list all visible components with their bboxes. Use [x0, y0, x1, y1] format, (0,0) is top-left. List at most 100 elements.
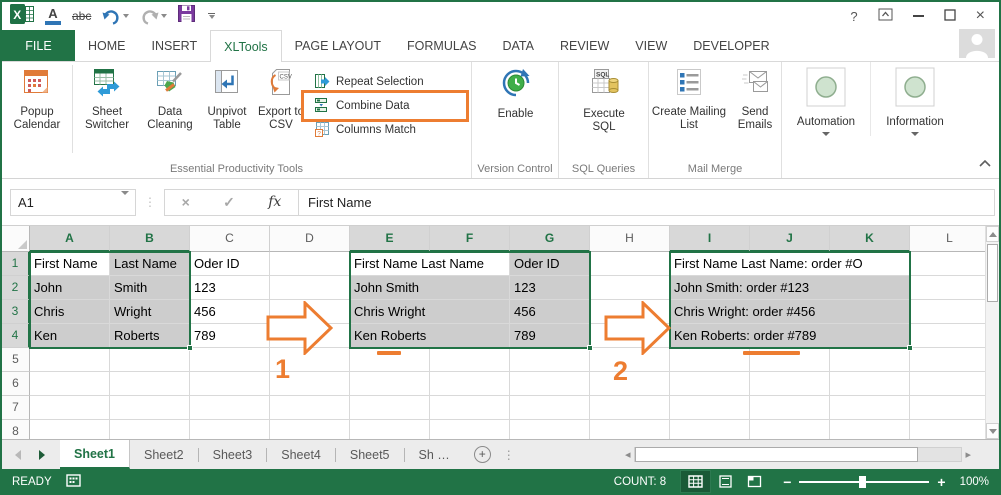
select-all-corner[interactable] — [2, 226, 30, 252]
cell-L4[interactable] — [910, 324, 985, 348]
cell-I5[interactable] — [670, 348, 750, 372]
page-break-view-icon[interactable] — [740, 471, 769, 492]
cell-L2[interactable] — [910, 276, 985, 300]
cell-C4[interactable]: 789 — [190, 324, 270, 348]
vertical-scrollbar[interactable] — [985, 226, 999, 439]
minimize-button[interactable] — [912, 15, 924, 17]
tab-view[interactable]: VIEW — [622, 30, 680, 61]
horizontal-scrollbar[interactable]: ◂ ▸ — [622, 445, 974, 463]
create-mailing-list-button[interactable]: Create Mailing List — [649, 62, 729, 132]
tab-file[interactable]: FILE — [2, 30, 75, 61]
col-header-B[interactable]: B — [110, 226, 190, 252]
information-button[interactable]: Information — [871, 62, 959, 136]
cell-E2[interactable]: John Smith — [350, 276, 510, 300]
popup-calendar-button[interactable]: Popup Calendar — [2, 62, 72, 132]
cell-E7[interactable] — [350, 396, 430, 420]
row-header-7[interactable]: 7 — [2, 396, 30, 420]
tab-page-layout[interactable]: PAGE LAYOUT — [282, 30, 394, 61]
zoom-level[interactable]: 100% — [960, 476, 989, 488]
cell-E4[interactable]: Ken Roberts — [350, 324, 510, 348]
insert-function-icon[interactable]: fx — [268, 194, 281, 210]
cell-L1[interactable] — [910, 252, 985, 276]
cell-E1[interactable]: First Name Last Name — [350, 252, 510, 276]
cell-E8[interactable] — [350, 420, 430, 439]
cell-L8[interactable] — [910, 420, 985, 439]
ribbon-display-options-icon[interactable] — [878, 8, 893, 24]
cell-H7[interactable] — [590, 396, 670, 420]
cell-G4[interactable]: 789 — [510, 324, 590, 348]
cell-D1[interactable] — [270, 252, 350, 276]
row-header-1[interactable]: 1 — [2, 252, 30, 276]
col-header-E[interactable]: E — [350, 226, 430, 252]
cell-I3[interactable]: Chris Wright: order #456 — [670, 300, 910, 324]
formula-input[interactable]: First Name — [299, 188, 995, 216]
zoom-in-button[interactable]: + — [937, 474, 945, 490]
cell-B7[interactable] — [110, 396, 190, 420]
zoom-slider-thumb[interactable] — [859, 475, 867, 488]
cell-G2[interactable]: 123 — [510, 276, 590, 300]
cell-F5[interactable] — [430, 348, 510, 372]
cell-C7[interactable] — [190, 396, 270, 420]
cell-D2[interactable] — [270, 276, 350, 300]
cell-C5[interactable] — [190, 348, 270, 372]
data-cleaning-button[interactable]: Data Cleaning — [141, 62, 199, 132]
cell-G6[interactable] — [510, 372, 590, 396]
cell-I8[interactable] — [670, 420, 750, 439]
cell-L7[interactable] — [910, 396, 985, 420]
cell-L5[interactable] — [910, 348, 985, 372]
cell-G1[interactable]: Oder ID — [510, 252, 590, 276]
row-header-4[interactable]: 4 — [2, 324, 30, 348]
redo-button[interactable] — [140, 8, 168, 25]
sheet-tab-sheet4[interactable]: Sheet4 — [267, 440, 335, 469]
col-header-A[interactable]: A — [30, 226, 110, 252]
col-header-F[interactable]: F — [430, 226, 510, 252]
fill-handle[interactable] — [587, 345, 593, 351]
font-color-button[interactable]: A — [45, 7, 61, 25]
col-header-I[interactable]: I — [670, 226, 750, 252]
sheet-tab-sheet5[interactable]: Sheet5 — [336, 440, 404, 469]
fill-handle[interactable] — [187, 345, 193, 351]
tab-data[interactable]: DATA — [490, 30, 547, 61]
scroll-right-icon[interactable]: ▸ — [962, 448, 974, 461]
cell-D8[interactable] — [270, 420, 350, 439]
cell-G3[interactable]: 456 — [510, 300, 590, 324]
cell-I2[interactable]: John Smith: order #123 — [670, 276, 910, 300]
tab-xltools[interactable]: XLTools — [210, 30, 282, 62]
tab-home[interactable]: HOME — [75, 30, 139, 61]
cell-A6[interactable] — [30, 372, 110, 396]
cell-H6[interactable] — [590, 372, 670, 396]
vertical-scroll-thumb[interactable] — [987, 244, 998, 302]
unpivot-table-button[interactable]: Unpivot Table — [199, 62, 255, 132]
cell-G7[interactable] — [510, 396, 590, 420]
cell-A3[interactable]: Chris — [30, 300, 110, 324]
cell-G5[interactable] — [510, 348, 590, 372]
next-sheet-icon[interactable] — [38, 449, 46, 460]
sheet-tab-sheet2[interactable]: Sheet2 — [130, 440, 198, 469]
sheet-switcher-button[interactable]: Sheet Switcher — [73, 62, 141, 132]
fill-handle[interactable] — [907, 345, 913, 351]
cell-E6[interactable] — [350, 372, 430, 396]
zoom-slider[interactable] — [799, 475, 930, 488]
cell-J8[interactable] — [750, 420, 830, 439]
cell-K7[interactable] — [830, 396, 910, 420]
cell-I4[interactable]: Ken Roberts: order #789 — [670, 324, 910, 348]
cell-A8[interactable] — [30, 420, 110, 439]
cell-E3[interactable]: Chris Wright — [350, 300, 510, 324]
cell-A2[interactable]: John — [30, 276, 110, 300]
col-header-C[interactable]: C — [190, 226, 270, 252]
cell-C1[interactable]: Oder ID — [190, 252, 270, 276]
cell-G8[interactable] — [510, 420, 590, 439]
row-header-2[interactable]: 2 — [2, 276, 30, 300]
sheet-tab-sheet1[interactable]: Sheet1 — [60, 440, 130, 469]
cell-I6[interactable] — [670, 372, 750, 396]
row-header-8[interactable]: 8 — [2, 420, 30, 439]
cancel-icon[interactable]: × — [182, 194, 190, 210]
tab-developer[interactable]: DEVELOPER — [680, 30, 782, 61]
close-button[interactable]: × — [976, 7, 985, 25]
cell-H2[interactable] — [590, 276, 670, 300]
tab-insert[interactable]: INSERT — [139, 30, 211, 61]
tab-review[interactable]: REVIEW — [547, 30, 622, 61]
macro-record-icon[interactable] — [65, 473, 81, 490]
cell-J6[interactable] — [750, 372, 830, 396]
scroll-up-icon[interactable] — [986, 226, 999, 242]
